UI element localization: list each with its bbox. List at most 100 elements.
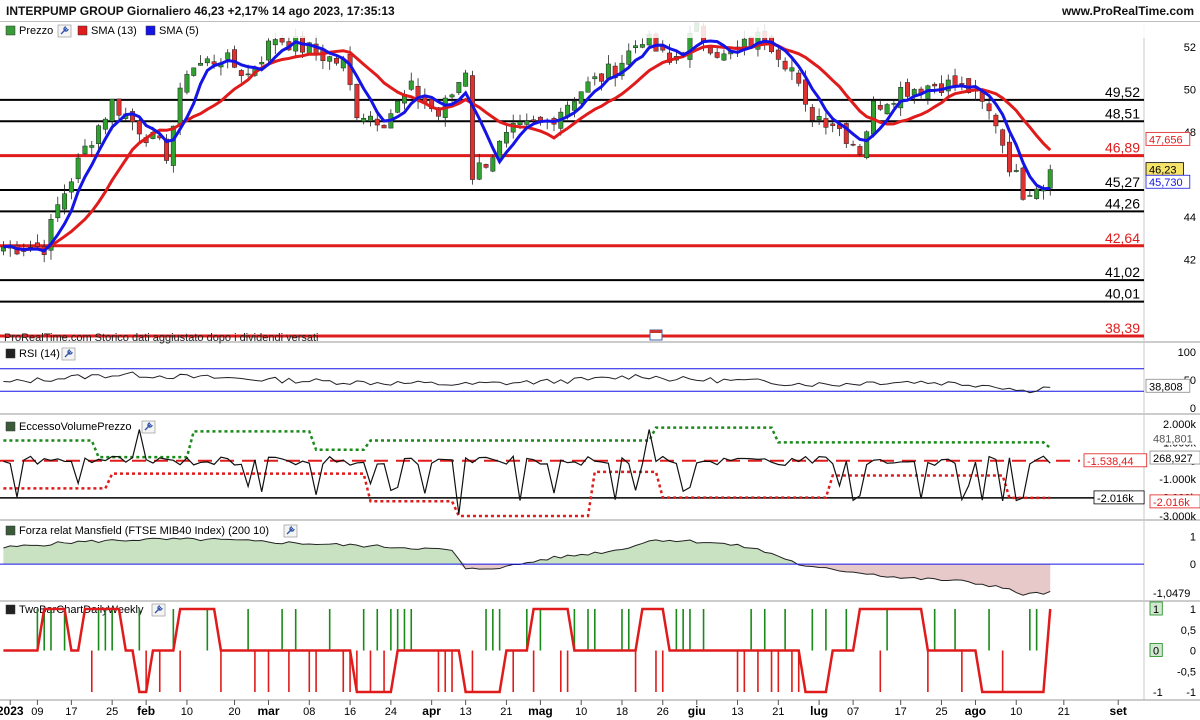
chart-canvas[interactable]: 424448505249,5248,5146,8945,2744,2642,64… [0,22,1200,720]
x-axis-label: 07 [847,706,859,718]
twobar-settings-icon[interactable] [151,603,166,617]
legend-sma13: SMA (13) [77,25,137,37]
mansfield-settings-icon[interactable] [283,524,298,538]
price-candle [809,104,815,128]
candle-body [932,83,938,87]
candle-body [198,62,203,66]
price-candle [395,100,401,114]
mansfield-value-box-text: -1,0479 [1153,588,1190,600]
candle-body [796,72,802,84]
x-axis-label: ago [965,704,986,718]
legend-evp: EccessoVolumePrezzo [5,421,132,433]
x-axis-label: 10 [181,706,193,718]
price-candle [354,83,360,123]
price-candle [639,38,645,49]
price-candle [483,163,489,169]
prezzo-settings-icon[interactable] [57,24,72,38]
candle-body [714,52,720,58]
price-candle [925,84,931,105]
candle-body [368,115,373,122]
candle-body [184,74,190,93]
legend-sma5: SMA (5) [145,25,199,37]
price-candle [327,55,333,70]
candle-body [191,67,197,76]
price-candle [198,55,203,66]
x-axis-label: 10 [575,706,587,718]
twobar-mid-box-text: 0 [1153,646,1159,658]
price-candle [585,76,591,93]
x-axis-label: apr [422,704,441,718]
candle-body [62,193,68,210]
candle-body [986,103,992,112]
candle-body [68,181,74,193]
candle-body [599,73,605,82]
rsi-settings-icon[interactable] [61,347,76,361]
x-axis-label: mar [257,704,279,718]
candle-body [905,82,910,97]
last-price-box: 46,23 [1145,162,1184,177]
price-candle [48,214,54,260]
price-candle [551,116,557,132]
candle-body [633,45,639,48]
calendar-icon [649,329,663,341]
price-candle [979,91,985,109]
level-label: 45,27 [1105,174,1140,190]
sma13-line [3,42,1052,252]
price-candle [864,130,870,160]
x-axis-label: 10 [1010,706,1022,718]
candle-body [259,62,265,65]
twobar-axis-tick: 1 [1190,604,1196,616]
rsi-axis-tick: 100 [1178,347,1196,359]
price-candle [238,69,244,83]
candle-body [857,146,863,155]
twobar-top-box-text: 1 [1153,604,1159,616]
candle-body [809,107,815,121]
evp-settings-icon[interactable] [141,420,156,434]
candle-body [524,120,530,125]
price-candle [816,108,822,126]
candle-body [334,57,339,64]
x-axis-label: 17 [895,706,907,718]
legend-sma5-swatch [145,25,156,36]
candle-body [721,53,727,61]
x-axis-label: 25 [106,706,118,718]
price-candle [871,96,876,138]
level-label: 49,52 [1105,84,1140,100]
twobar-axis-tick: 0,5 [1181,625,1196,637]
x-axis-label: 26 [657,706,669,718]
price-candle [490,154,496,173]
price-candle [218,58,224,76]
legend-prezzo: Prezzo [5,25,53,37]
level-label: 44,26 [1105,195,1140,211]
price-candle [82,139,88,155]
candle-body [775,49,781,60]
x-axis-label: 13 [731,706,743,718]
candle-body [463,72,469,87]
price-candle [993,113,999,134]
candle-body [864,131,870,158]
price-candle [1013,163,1019,173]
candle-body [1034,188,1040,199]
candle-body [266,40,271,61]
price-candle [476,153,482,181]
legend-twobar: TwoBarChartDailyWeekly [5,604,144,616]
mansfield-axis-tick: 1 [1190,532,1196,544]
sma5-value-box: 45,730 [1145,174,1191,189]
price-candle [592,72,598,86]
candle-body [571,101,577,111]
price-candle [939,75,944,97]
price-candle [633,40,639,54]
evp-line-label: 268,927 [1149,450,1200,465]
candle-body [483,164,489,168]
price-candle [55,196,61,223]
x-axis-label: feb [137,704,155,718]
evp-line-label-text: 268,927 [1153,453,1193,465]
price-candle [898,81,904,116]
price-candle [75,153,81,184]
site-link[interactable]: www.ProRealTime.com [1062,4,1194,18]
x-axis-label: 24 [385,706,397,718]
twobar-top-box: 1 [1149,601,1163,616]
evp-upper-label-text: 481,801 [1153,434,1193,446]
legend-mansfield-swatch [5,525,16,536]
level-label: 40,01 [1105,286,1140,302]
